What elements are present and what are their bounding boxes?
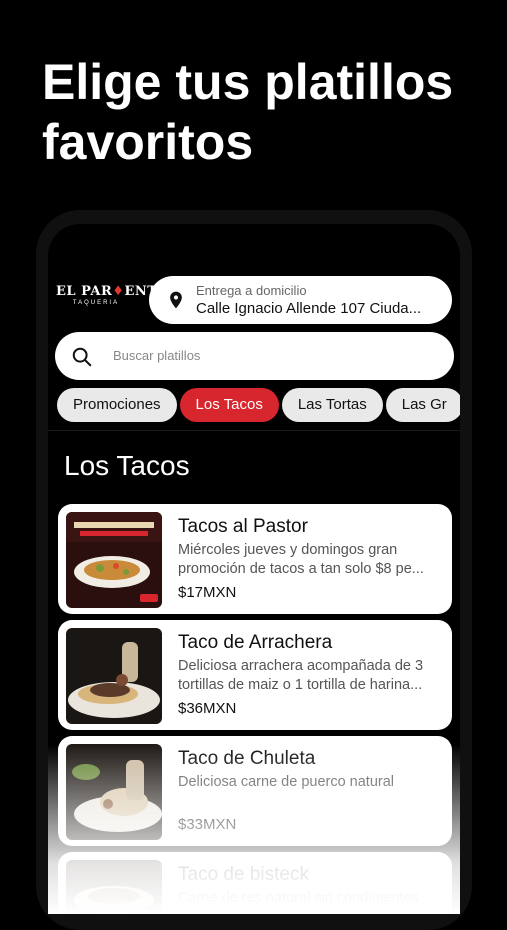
product-description: Deliciosa arrachera acompañada de 3 tort…: [178, 658, 424, 693]
tab-las-gr[interactable]: Las Gr: [385, 388, 460, 422]
logo-subtitle: TAQUERIA: [72, 300, 120, 306]
product-description: Deliciosa carne de puerco natural: [178, 774, 395, 790]
search-icon: [72, 347, 92, 367]
tab-promociones[interactable]: Promociones: [57, 388, 177, 422]
flame-icon: ♦: [112, 284, 125, 299]
product-image: [66, 744, 162, 840]
product-price: $36MXN: [178, 700, 237, 717]
delivery-label: Entrega a domicilio: [196, 283, 307, 298]
product-card[interactable]: Taco de Arrachera Deliciosa arrachera ac…: [58, 620, 452, 730]
product-name: Tacos al Pastor: [178, 516, 308, 537]
category-tabs: Promociones Los Tacos Las Tortas Las Gr: [57, 388, 460, 422]
product-image: [66, 628, 162, 724]
divider: [48, 430, 460, 431]
product-price: $33MXN: [178, 816, 237, 833]
product-name: Taco de Chuleta: [178, 748, 316, 769]
product-price: $17MXN: [178, 584, 237, 601]
brand-logo[interactable]: EL PAR♦ENTE TAQUERIA: [56, 284, 167, 306]
delivery-address: Calle Ignacio Allende 107 Ciuda...: [196, 300, 422, 317]
product-description: Carne de res natural sin condimentos: [178, 890, 419, 906]
search-placeholder: Buscar platillos: [113, 348, 201, 363]
search-input[interactable]: Buscar platillos: [55, 332, 454, 380]
app-screen: EL PAR♦ENTE TAQUERIA Entrega a domicilio…: [48, 224, 460, 914]
product-name: Taco de Arrachera: [178, 632, 333, 653]
product-name: Taco de bisteck: [178, 864, 309, 885]
product-card[interactable]: Tacos al Pastor Miércoles jueves y domin…: [58, 504, 452, 614]
headline: Elige tus platillos favoritos: [42, 54, 454, 170]
section-title: Los Tacos: [64, 450, 190, 481]
product-card[interactable]: Taco de Chuleta Deliciosa carne de puerc…: [58, 736, 452, 846]
product-image: [66, 860, 162, 914]
product-image: [66, 512, 162, 608]
delivery-address-selector[interactable]: Entrega a domicilio Calle Ignacio Allend…: [149, 276, 452, 324]
product-description: Miércoles jueves y domingos gran promoci…: [178, 542, 424, 577]
location-pin-icon: [170, 291, 182, 309]
tab-las-tortas[interactable]: Las Tortas: [281, 388, 383, 422]
tab-los-tacos[interactable]: Los Tacos: [179, 388, 279, 422]
product-card[interactable]: Taco de bisteck Carne de res natural sin…: [58, 852, 452, 914]
